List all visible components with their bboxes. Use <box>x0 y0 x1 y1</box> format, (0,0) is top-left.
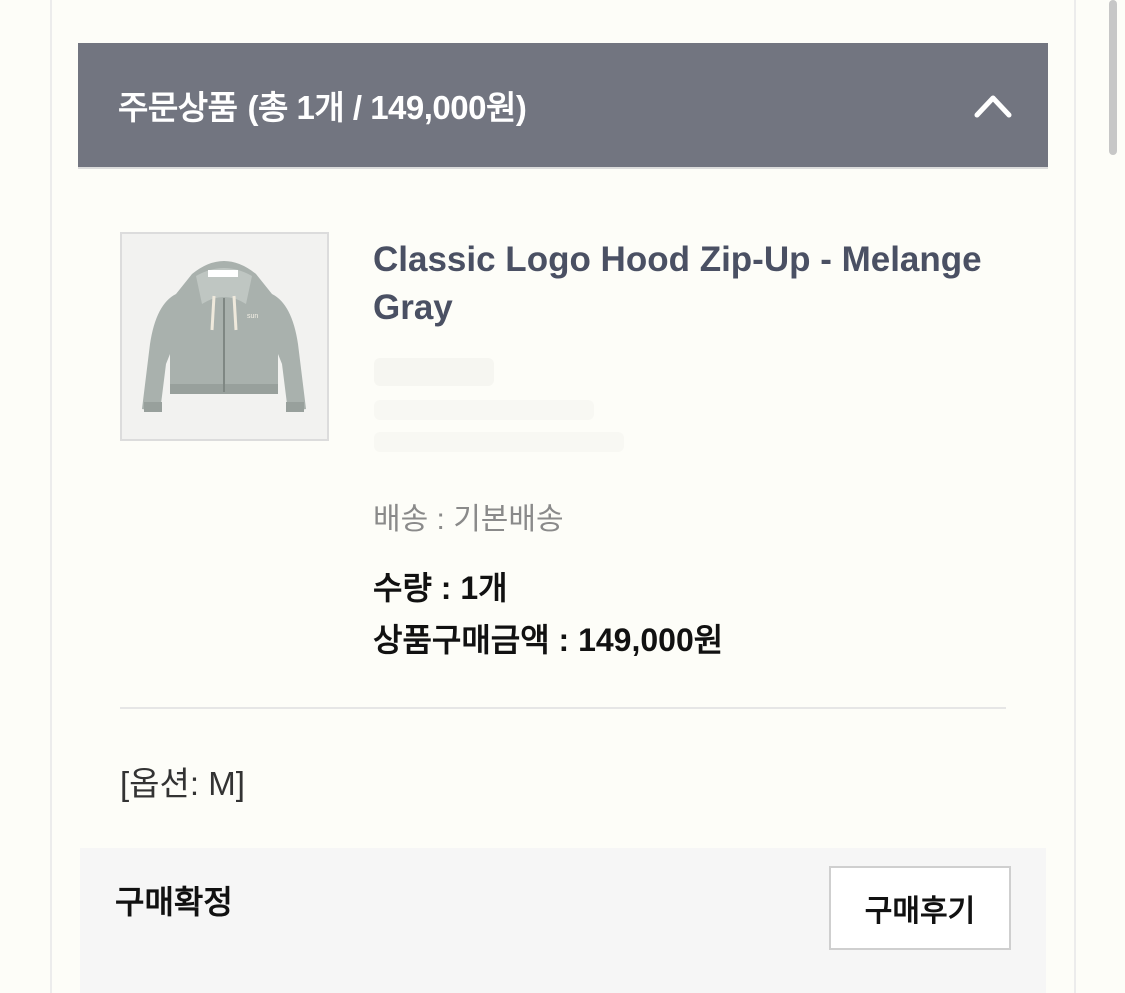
order-detail-screen: 주문상품 (총 1개 / 149,000원) sun Classic Logo … <box>0 0 1125 993</box>
order-status: 구매확정 <box>115 884 233 920</box>
faded-placeholder <box>374 358 624 452</box>
svg-text:sun: sun <box>247 313 258 320</box>
order-items-label: 주문상품 <box>118 89 238 126</box>
order-items-summary: (총 1개 / 149,000원) <box>247 89 527 126</box>
product-thumbnail[interactable]: sun <box>120 232 329 441</box>
product-option: [옵션: M] <box>120 765 245 802</box>
chevron-up-icon[interactable] <box>974 92 1012 118</box>
purchase-amount: 상품구매금액 : 149,000원 <box>373 622 724 658</box>
quantity: 수량 : 1개 <box>373 570 508 606</box>
order-items-header[interactable]: 주문상품 (총 1개 / 149,000원) <box>78 43 1048 169</box>
hoodie-icon: sun <box>122 234 327 439</box>
shipping-method: 배송 : 기본배송 <box>373 503 564 536</box>
write-review-button[interactable]: 구매후기 <box>829 866 1011 950</box>
scrollbar-thumb[interactable] <box>1109 0 1117 155</box>
order-items-title: 주문상품 (총 1개 / 149,000원) <box>118 43 527 167</box>
divider <box>120 707 1006 709</box>
product-name[interactable]: Classic Logo Hood Zip-Up - Melange Gray <box>373 236 1013 332</box>
